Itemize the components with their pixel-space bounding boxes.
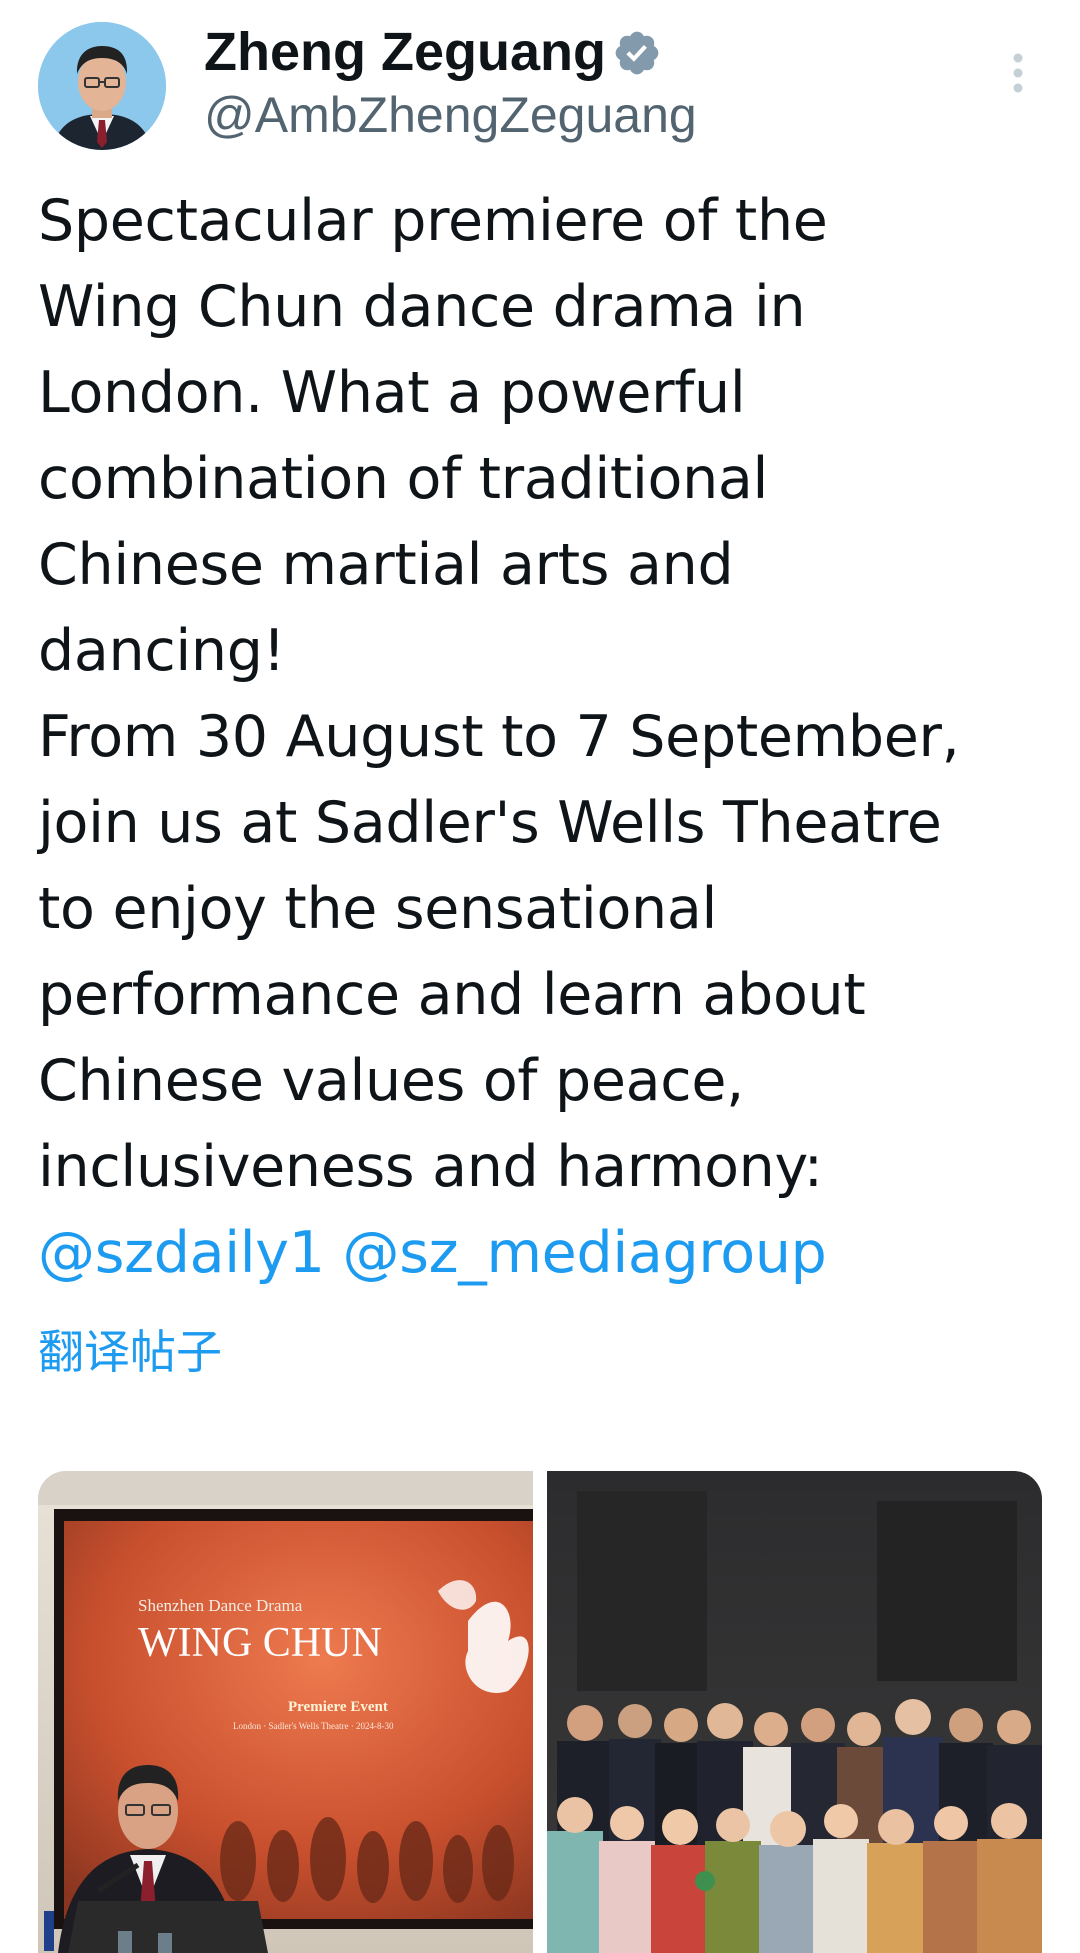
tweet-text-line: From 30 August to 7 September, <box>38 704 960 770</box>
media-photo-premiere-speech[interactable]: Shenzhen Dance Drama WING CHUN Premiere … <box>38 1471 533 1953</box>
mention-link-sz-mediagroup[interactable]: @sz_mediagroup <box>343 1220 827 1286</box>
poster-line1: Shenzhen Dance Drama <box>138 1596 303 1615</box>
poster-venue: London · Sadler's Wells Theatre · 2024-8… <box>233 1721 394 1731</box>
tweet-text-line: join us at Sadler's Wells Theatre <box>38 790 942 856</box>
tweet-text-line: Chinese values of peace, <box>38 1048 744 1114</box>
translate-post-link[interactable]: 翻译帖子 <box>38 1322 222 1382</box>
tweet-text-line: Spectacular premiere of the <box>38 188 828 254</box>
author-handle[interactable]: @AmbZhengZeguang <box>204 82 697 148</box>
tweet-text-line: dancing! <box>38 618 286 684</box>
photo-cast-image <box>547 1471 1042 1953</box>
tweet-text-line: Chinese martial arts and <box>38 532 734 598</box>
media-grid: Shenzhen Dance Drama WING CHUN Premiere … <box>38 1471 1042 1953</box>
poster-title: WING CHUN <box>138 1620 382 1666</box>
verified-badge-icon <box>615 31 659 75</box>
poster-event: Premiere Event <box>288 1699 388 1715</box>
mention-link-szdaily1[interactable]: @szdaily1 <box>38 1220 325 1286</box>
author-display-name[interactable]: Zheng Zeguang <box>204 16 606 88</box>
media-photo-cast-group[interactable] <box>547 1471 1042 1953</box>
mentions-line: @szdaily1 @sz_mediagroup <box>38 1210 1058 1296</box>
tweet-text-line: performance and learn about <box>38 962 866 1028</box>
tweet-text: Spectacular premiere of the Wing Chun da… <box>38 178 1058 1296</box>
tweet-text-line: combination of traditional <box>38 446 769 512</box>
tweet-text-line: inclusiveness and harmony: <box>38 1134 823 1200</box>
avatar-image <box>38 22 166 150</box>
tweet-text-line: London. What a powerful <box>38 360 746 426</box>
more-vertical-icon[interactable] <box>1000 50 1036 96</box>
photo-speech-image: Shenzhen Dance Drama WING CHUN Premiere … <box>38 1471 533 1953</box>
tweet-text-line: Wing Chun dance drama in <box>38 274 806 340</box>
tweet-text-line: to enjoy the sensational <box>38 876 718 942</box>
avatar[interactable] <box>38 22 166 150</box>
